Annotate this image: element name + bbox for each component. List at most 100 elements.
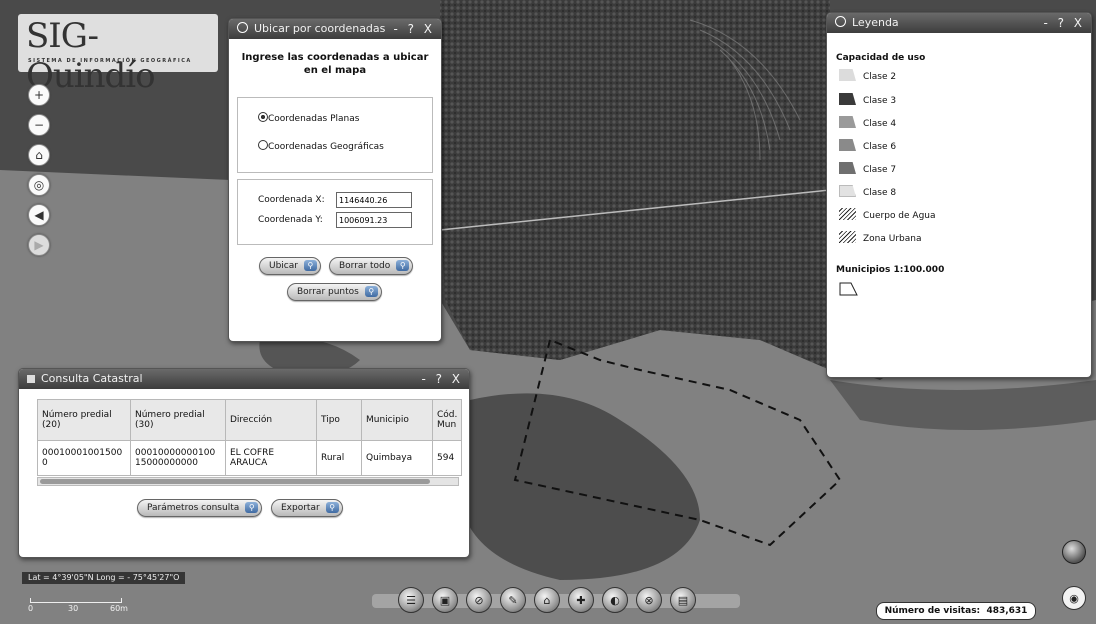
legend-section-capacidad: Capacidad de uso — [836, 53, 926, 63]
table-row[interactable]: 00010001001500 0 00010000000100 15000000… — [37, 440, 463, 476]
col-header[interactable]: Municipio — [361, 399, 433, 441]
catastral-table: Número predial (20) Número predial (30) … — [37, 399, 463, 476]
locate-icon[interactable]: ◎ — [28, 174, 50, 196]
back-arrow-icon[interactable]: ◀ — [28, 204, 50, 226]
add-tool-icon[interactable]: ✚ — [568, 587, 594, 613]
scale-label: 60m — [110, 604, 128, 613]
legend-item: Clase 7 — [839, 162, 896, 178]
catastral-window: Consulta Catastral - ? X Número predial … — [18, 368, 470, 558]
legend-label: Zona Urbana — [863, 234, 922, 244]
borrar-puntos-label: Borrar puntos — [297, 287, 359, 297]
layers-tool-icon[interactable]: ☰ — [398, 587, 424, 613]
ubicar-button[interactable]: Ubicar ⚲ — [259, 257, 321, 275]
forward-arrow-icon[interactable]: ▶ — [28, 234, 50, 256]
table-cell: 594 — [431, 440, 463, 476]
coords-window: Ubicar por coordenadas - ? X Ingrese las… — [228, 18, 442, 342]
legend-label: Clase 7 — [863, 165, 897, 175]
parametros-consulta-button[interactable]: Parámetros consulta ⚲ — [137, 499, 263, 517]
legend-item: Clase 8 — [839, 185, 896, 201]
legend-item: Cuerpo de Agua — [839, 208, 936, 224]
ubicar-label: Ubicar — [269, 261, 298, 271]
borrar-todo-label: Borrar todo — [339, 261, 391, 271]
legend-label: Cuerpo de Agua — [863, 211, 936, 221]
legend-item: Clase 3 — [839, 93, 896, 109]
table-cell: 00010000000100 15000000000 — [130, 440, 226, 476]
borrar-puntos-button[interactable]: Borrar puntos ⚲ — [287, 283, 382, 301]
hatch-swatch-icon — [839, 208, 856, 220]
swatch-icon — [839, 162, 856, 174]
coordinate-readout: Lat = 4°39'05"N Long = - 75°45'27"O — [22, 572, 186, 584]
list-tool-icon[interactable]: ▤ — [670, 587, 696, 613]
legend-label: Clase 4 — [863, 119, 897, 129]
coords-heading: Ingrese las coordenadas a ubicar en el m… — [241, 52, 429, 76]
visits-counter: Número de visitas: 483,631 — [876, 602, 1036, 620]
search-icon: ⚲ — [396, 260, 410, 271]
swatch-icon — [839, 185, 856, 197]
catastral-title: Consulta Catastral — [41, 372, 143, 385]
print-tool-icon[interactable]: ▣ — [432, 587, 458, 613]
table-icon — [27, 375, 35, 383]
close-tool-icon[interactable]: ⊗ — [636, 587, 662, 613]
exportar-button[interactable]: Exportar ⚲ — [271, 499, 343, 517]
legend-window: Leyenda - ? X Capacidad de uso Clase 2 C… — [826, 12, 1092, 378]
coords-input-group: Coordenada X: Coordenada Y: — [237, 179, 433, 245]
visits-value: 483,631 — [986, 606, 1028, 616]
legend-label: Clase 8 — [863, 188, 897, 198]
legend-section-municipios: Municipios 1:100.000 — [836, 265, 945, 275]
globe-icon[interactable] — [1062, 540, 1086, 564]
coord-y-input[interactable] — [336, 212, 412, 228]
legend-item: Clase 2 — [839, 69, 896, 85]
horizontal-scrollbar[interactable] — [37, 477, 459, 486]
legend-titlebar[interactable]: Leyenda - ? X — [827, 13, 1091, 33]
window-controls[interactable]: - ? X — [421, 369, 463, 389]
table-cell: EL COFRE ARAUCA — [225, 440, 317, 476]
radio-geograficas-label: Coordenadas Geográficas — [268, 142, 384, 152]
legend-label: Clase 3 — [863, 96, 897, 106]
home-tool-icon[interactable]: ⌂ — [534, 587, 560, 613]
zoom-in-button[interactable]: + — [28, 84, 50, 106]
swatch-icon — [839, 116, 856, 128]
draw-tool-icon[interactable]: ✎ — [500, 587, 526, 613]
window-icon — [237, 22, 248, 33]
legend-item: Zona Urbana — [839, 231, 922, 247]
coords-window-title: Ubicar por coordenadas — [254, 22, 386, 35]
catastral-titlebar[interactable]: Consulta Catastral - ? X — [19, 369, 469, 389]
legend-label: Clase 6 — [863, 142, 897, 152]
logo-title: SIG-Quindío — [26, 16, 156, 96]
borrar-todo-button[interactable]: Borrar todo ⚲ — [329, 257, 414, 275]
col-header[interactable]: Número predial (30) — [130, 399, 226, 441]
scrollbar-thumb[interactable] — [40, 479, 430, 484]
zoom-out-button[interactable]: − — [28, 114, 50, 136]
radio-checked-icon[interactable] — [258, 112, 268, 122]
visits-label: Número de visitas: — [884, 606, 981, 616]
legend-item: Clase 4 — [839, 116, 896, 132]
swatch-icon — [839, 69, 856, 81]
window-controls[interactable]: - ? X — [1043, 13, 1085, 33]
col-header[interactable]: Tipo — [316, 399, 362, 441]
col-header[interactable]: Número predial (20) — [37, 399, 131, 441]
radio-planas[interactable]: Coordenadas Planas — [258, 112, 359, 124]
col-header[interactable]: Cód. Mun — [431, 399, 463, 441]
coord-y-label: Coordenada Y: — [258, 215, 323, 225]
clear-tool-icon[interactable]: ⊘ — [466, 587, 492, 613]
legend-item: Clase 6 — [839, 139, 896, 155]
measure-tool-icon[interactable]: ◐ — [602, 587, 628, 613]
legend-title: Leyenda — [852, 16, 899, 29]
legend-label: Clase 2 — [863, 72, 897, 82]
sig-quindio-logo: SIG-Quindío SISTEMA DE INFORMACIÓN GEOGR… — [18, 14, 218, 96]
table-cell: Rural — [316, 440, 362, 476]
scale-bar — [30, 598, 122, 603]
radio-geograficas[interactable]: Coordenadas Geográficas — [258, 140, 384, 152]
visibility-toggle-icon[interactable]: ◉ — [1062, 586, 1086, 610]
col-header[interactable]: Dirección — [225, 399, 317, 441]
table-cell: 00010001001500 0 — [37, 440, 131, 476]
window-icon — [835, 16, 846, 27]
coords-window-titlebar[interactable]: Ubicar por coordenadas - ? X — [229, 19, 441, 39]
coord-x-input[interactable] — [336, 192, 412, 208]
search-icon: ⚲ — [303, 260, 317, 271]
home-icon[interactable]: ⌂ — [28, 144, 50, 166]
window-controls[interactable]: - ? X — [393, 19, 435, 39]
swatch-icon — [839, 139, 856, 151]
scale-label: 0 — [28, 604, 34, 613]
radio-unchecked-icon[interactable] — [258, 140, 268, 150]
